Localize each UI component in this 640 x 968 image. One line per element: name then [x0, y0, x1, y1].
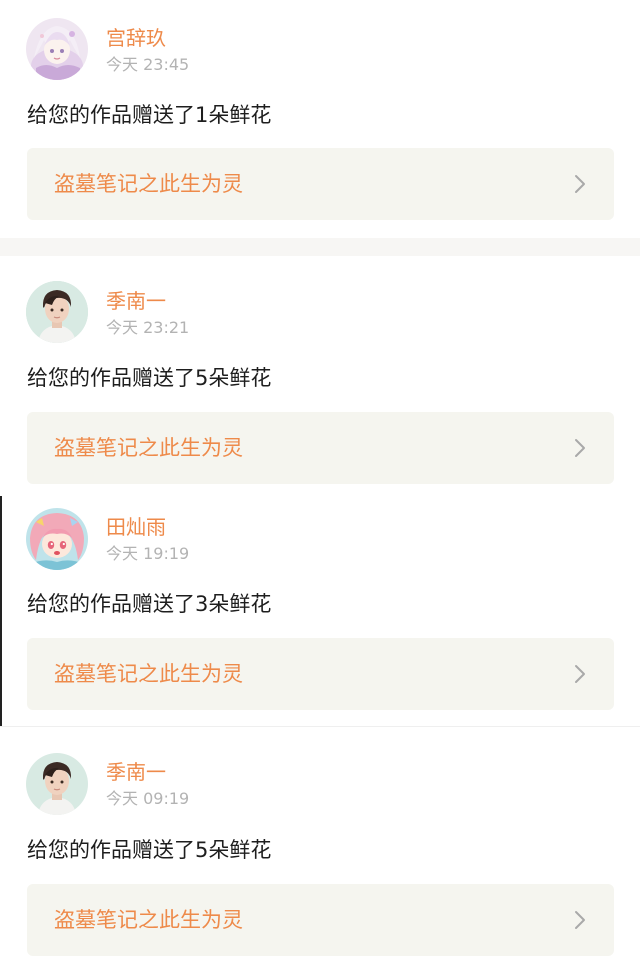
notification-item: 田灿雨 今天 19:19 给您的作品赠送了3朵鲜花 盗墓笔记之此生为灵	[0, 496, 640, 726]
notification-item: 季南一 今天 09:19 给您的作品赠送了5朵鲜花 盗墓笔记之此生为灵	[0, 727, 640, 968]
work-link-card[interactable]: 盗墓笔记之此生为灵	[27, 884, 614, 956]
section-divider	[0, 238, 640, 256]
timestamp: 今天 09:19	[106, 789, 190, 808]
chevron-right-icon	[574, 664, 586, 684]
timestamp: 今天 23:45	[106, 55, 190, 74]
gift-message: 给您的作品赠送了5朵鲜花	[27, 366, 272, 390]
notification-item: 宫辞玖 今天 23:45 给您的作品赠送了1朵鲜花 盗墓笔记之此生为灵	[0, 0, 640, 238]
work-link-card[interactable]: 盗墓笔记之此生为灵	[27, 638, 614, 710]
work-title: 盗墓笔记之此生为灵	[54, 436, 243, 460]
young-man-portrait-avatar-icon	[26, 281, 88, 343]
timestamp: 今天 23:21	[106, 318, 190, 337]
young-man-portrait-avatar-icon	[26, 753, 88, 815]
work-title: 盗墓笔记之此生为灵	[54, 172, 243, 196]
screenshot-seam	[0, 496, 2, 726]
work-link-card[interactable]: 盗墓笔记之此生为灵	[27, 148, 614, 220]
user-avatar[interactable]	[26, 508, 88, 570]
username[interactable]: 季南一	[106, 760, 166, 784]
user-avatar[interactable]	[26, 753, 88, 815]
user-avatar[interactable]	[26, 281, 88, 343]
chevron-right-icon	[574, 438, 586, 458]
user-avatar[interactable]	[26, 18, 88, 80]
work-title: 盗墓笔记之此生为灵	[54, 908, 243, 932]
work-title: 盗墓笔记之此生为灵	[54, 662, 243, 686]
gift-message: 给您的作品赠送了5朵鲜花	[27, 838, 272, 862]
notification-feed: 宫辞玖 今天 23:45 给您的作品赠送了1朵鲜花 盗墓笔记之此生为灵 季南一 …	[0, 0, 640, 968]
gift-message: 给您的作品赠送了1朵鲜花	[27, 103, 272, 127]
anime-pink-hair-avatar-icon	[26, 508, 88, 570]
username[interactable]: 季南一	[106, 289, 166, 313]
anime-girl-lilac-avatar-icon	[26, 18, 88, 80]
timestamp: 今天 19:19	[106, 544, 190, 563]
gift-message: 给您的作品赠送了3朵鲜花	[27, 592, 272, 616]
chevron-right-icon	[574, 174, 586, 194]
chevron-right-icon	[574, 910, 586, 930]
work-link-card[interactable]: 盗墓笔记之此生为灵	[27, 412, 614, 484]
username[interactable]: 宫辞玖	[106, 26, 166, 50]
username[interactable]: 田灿雨	[106, 515, 166, 539]
notification-item: 季南一 今天 23:21 给您的作品赠送了5朵鲜花 盗墓笔记之此生为灵	[0, 256, 640, 496]
